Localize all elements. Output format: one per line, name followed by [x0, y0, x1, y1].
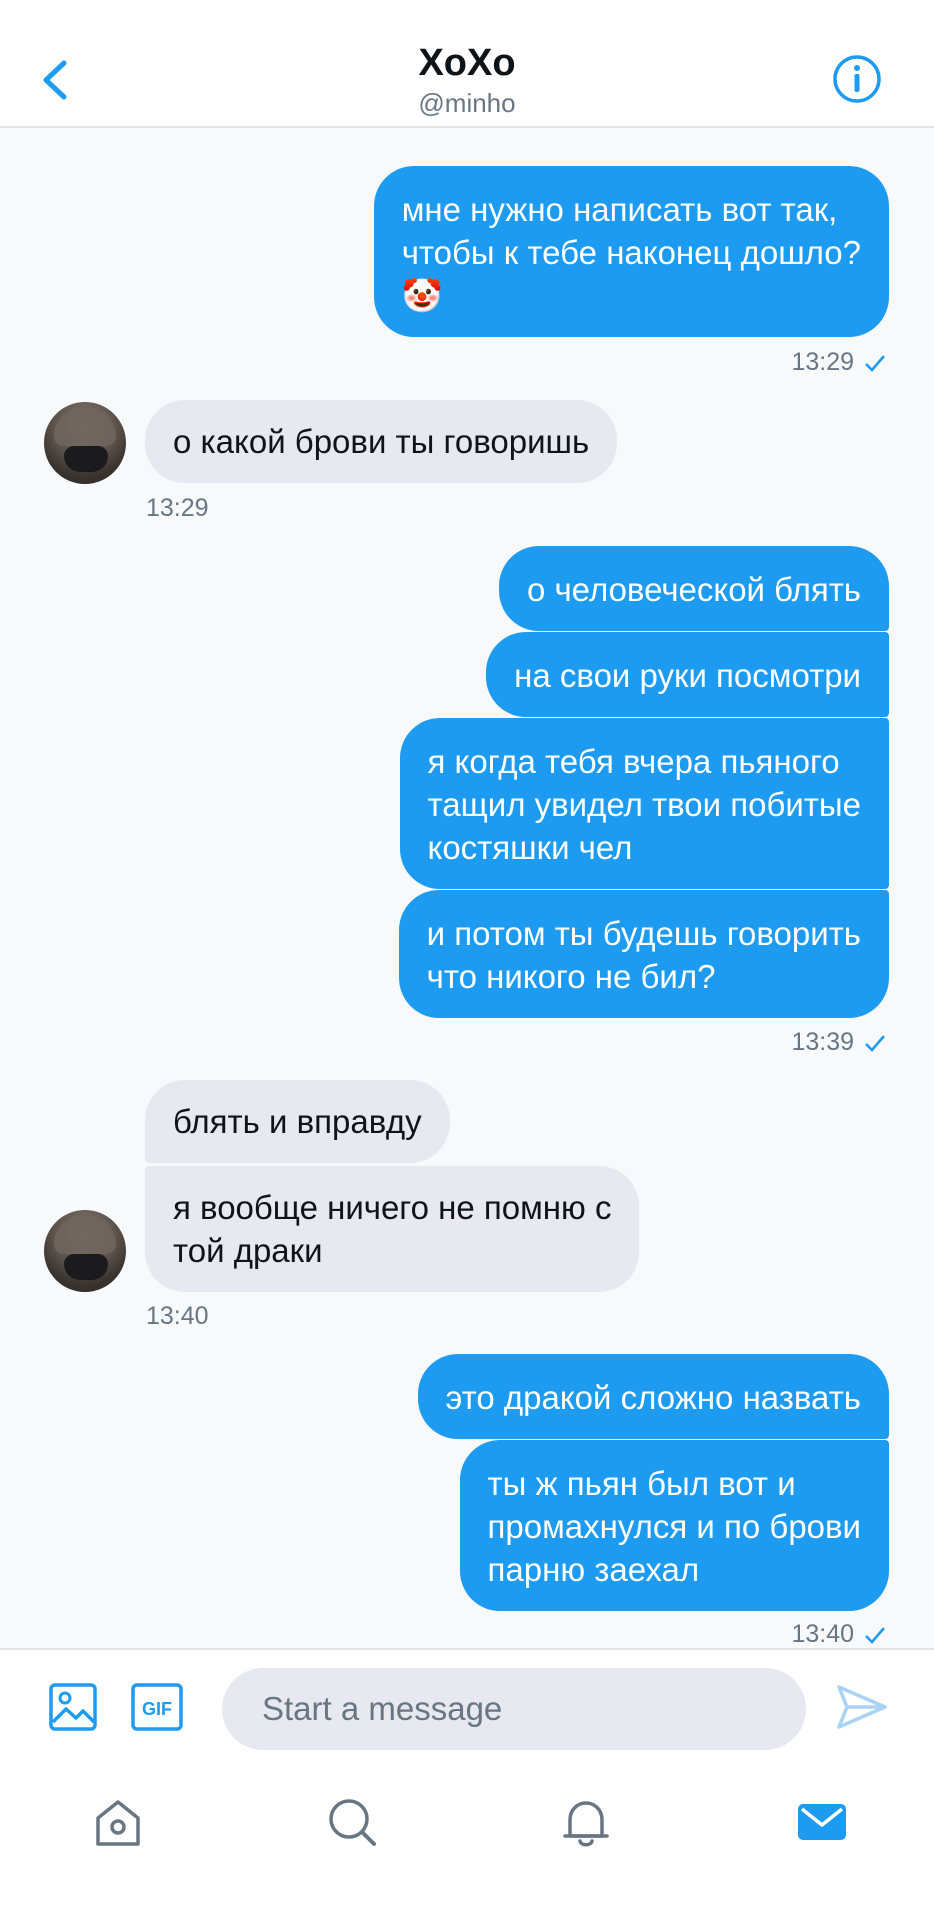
read-check-icon — [865, 355, 885, 372]
read-check-icon — [865, 1035, 885, 1052]
search-icon[interactable] — [324, 1794, 380, 1850]
outgoing-message[interactable]: я когда тебя вчера пьяного тащил увидел … — [399, 718, 889, 889]
outgoing-message[interactable]: на свои руки посмотри — [486, 632, 889, 717]
outgoing-message[interactable]: мне нужно написать вот так, чтобы к тебе… — [373, 166, 889, 337]
outgoing-message[interactable]: и потом ты будешь говорить что никого не… — [398, 890, 889, 1018]
message-input[interactable] — [222, 1668, 806, 1750]
info-icon[interactable] — [832, 54, 882, 104]
home-icon[interactable] — [90, 1794, 146, 1850]
conversation-header: XoXo @minho — [0, 0, 934, 128]
message-timestamp: 13:39 — [791, 1028, 886, 1057]
conversation-title: XoXo — [418, 42, 516, 84]
message-timestamp: 13:29 — [146, 494, 209, 522]
gif-label: GIF — [142, 1699, 172, 1719]
tab-bar — [0, 1762, 934, 1920]
notifications-icon[interactable] — [558, 1794, 614, 1850]
image-icon[interactable] — [48, 1682, 98, 1732]
avatar[interactable] — [44, 402, 126, 484]
messages-icon[interactable] — [794, 1794, 850, 1850]
outgoing-message[interactable]: это дракой сложно назвать — [417, 1354, 889, 1439]
incoming-message[interactable]: о какой брови ты говоришь — [145, 400, 618, 483]
message-timestamp: 13:29 — [791, 348, 886, 377]
message-timestamp: 13:40 — [791, 1620, 886, 1649]
outgoing-message[interactable]: о человеческой блять — [498, 546, 889, 631]
incoming-message[interactable]: блять и вправду — [145, 1080, 450, 1163]
conversation-handle: @minho — [418, 88, 516, 118]
incoming-message[interactable]: я вообще ничего не помню с той драки — [145, 1166, 640, 1292]
read-check-icon — [865, 1627, 885, 1644]
message-composer: GIF — [0, 1648, 934, 1762]
message-timestamp: 13:40 — [146, 1302, 209, 1330]
gif-icon[interactable]: GIF — [130, 1682, 184, 1732]
outgoing-message[interactable]: ты ж пьян был вот и промахнулся и по бро… — [459, 1440, 889, 1611]
avatar[interactable] — [44, 1210, 126, 1292]
send-icon[interactable] — [836, 1684, 888, 1730]
